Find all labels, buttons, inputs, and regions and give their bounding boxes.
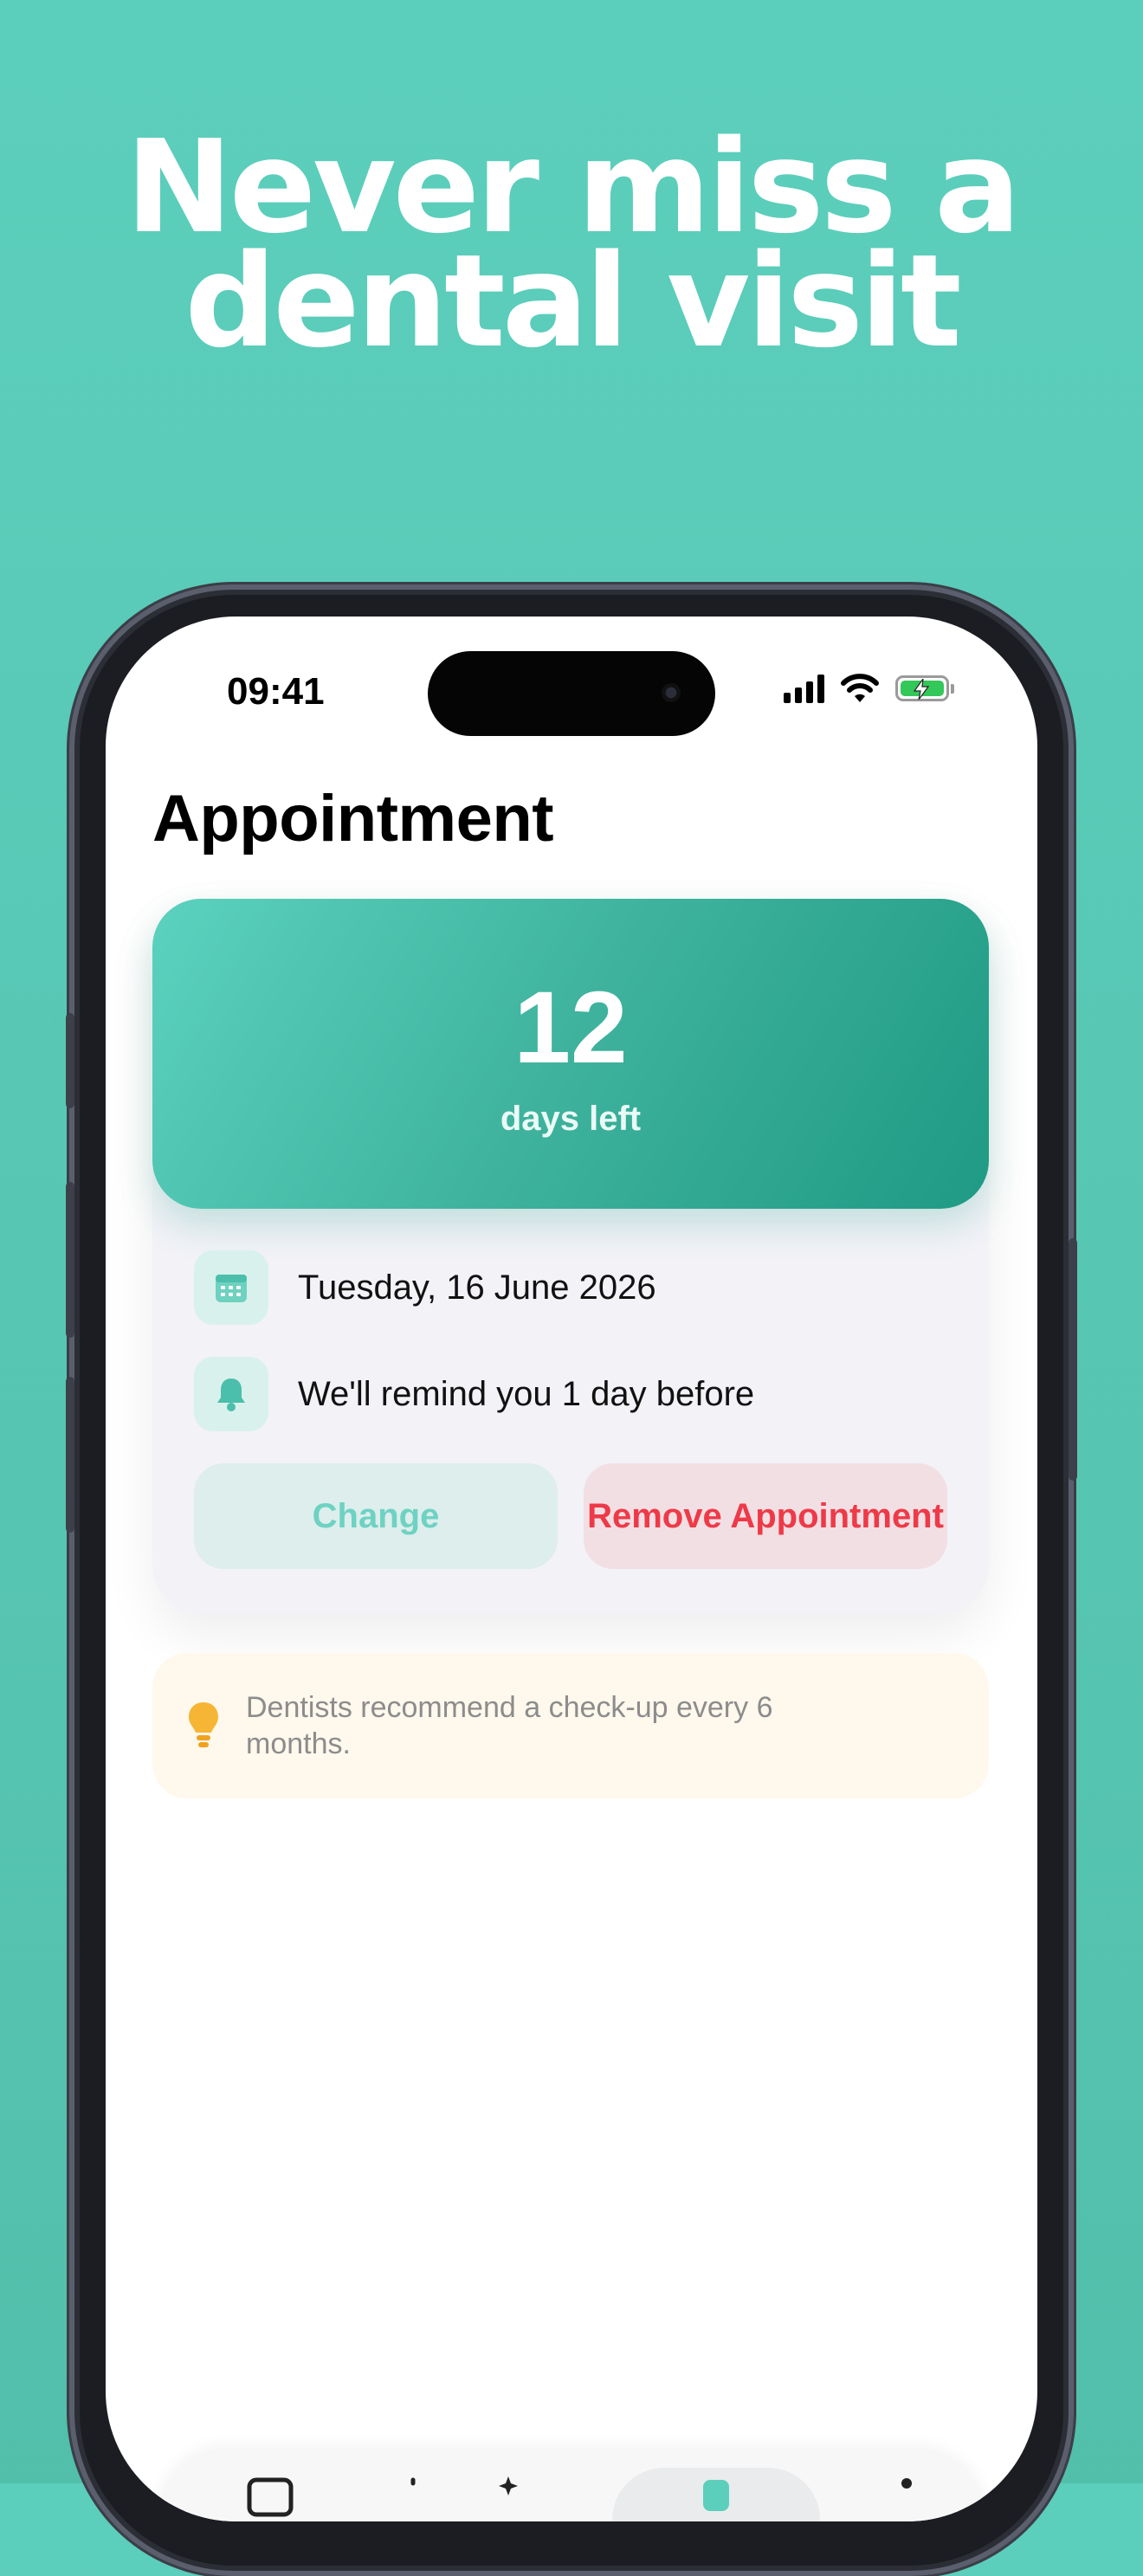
- countdown-number: 12: [513, 971, 628, 1085]
- action-button: [66, 1013, 74, 1108]
- countdown-label: days left: [500, 1100, 642, 1138]
- power-button: [1069, 1238, 1077, 1481]
- reminder-text: We'll remind you 1 day before: [298, 1374, 755, 1413]
- tab-appointment-icon[interactable]: [694, 2475, 738, 2518]
- tab-profile-icon[interactable]: [885, 2475, 928, 2518]
- battery-icon: [895, 675, 954, 701]
- tip-text: Dentists recommend a check-up every 6 mo…: [246, 1691, 773, 1760]
- appointment-date: Tuesday, 16 June 2026: [298, 1268, 656, 1307]
- volume-down-button: [66, 1377, 74, 1533]
- change-button[interactable]: Change: [194, 1463, 558, 1569]
- lightbulb-icon: [189, 1702, 218, 1747]
- tip-card: Dentists recommend a check-up every 6 mo…: [152, 1653, 989, 1798]
- tab-bar: [158, 2450, 985, 2521]
- calendar-icon: [194, 1250, 268, 1325]
- remove-appointment-button[interactable]: Remove Appointment: [584, 1463, 947, 1569]
- marketing-headline: Never miss a dental visit: [0, 123, 1143, 365]
- page-title: Appointment: [152, 782, 554, 855]
- countdown-banner: 12 days left: [152, 899, 989, 1209]
- dynamic-island: [428, 651, 715, 736]
- date-row: Tuesday, 16 June 2026: [194, 1250, 656, 1325]
- phone-screen: 09:41 Appointment 12 days left Tuesday, …: [106, 617, 1037, 2521]
- status-time: 09:41: [227, 670, 325, 713]
- tab-tooth-icon[interactable]: [391, 2475, 435, 2518]
- reminder-row: We'll remind you 1 day before: [194, 1357, 754, 1431]
- camera-icon: [662, 683, 681, 702]
- appointment-card: 12 days left Tuesday, 16 June 2026 We'll…: [152, 899, 989, 1614]
- tab-sparkle-icon[interactable]: [487, 2475, 530, 2518]
- charging-bolt-icon: [913, 679, 930, 700]
- wifi-icon: [841, 674, 879, 702]
- signal-icon: [784, 674, 824, 703]
- bell-icon: [194, 1357, 268, 1431]
- volume-up-button: [66, 1182, 74, 1338]
- tab-calendar-icon[interactable]: [244, 2475, 296, 2518]
- status-icons: [784, 674, 954, 703]
